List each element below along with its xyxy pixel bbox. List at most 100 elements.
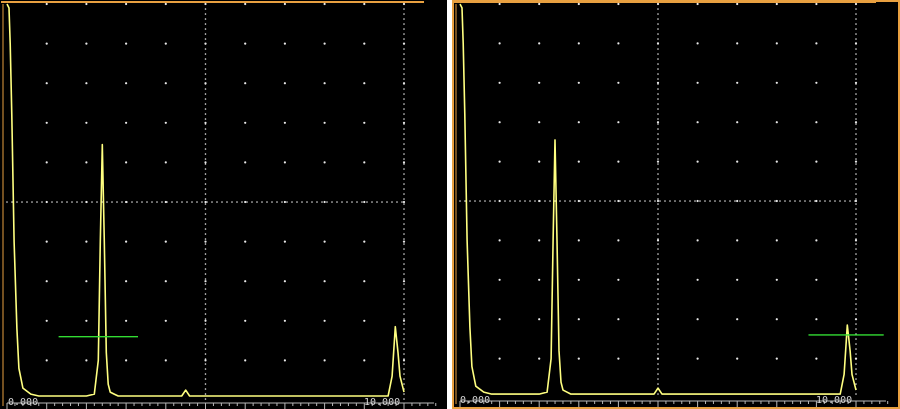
- center-horizontal-dot: [754, 200, 756, 202]
- center-horizontal-dot: [774, 200, 776, 202]
- grid-dot: [538, 357, 541, 360]
- center-horizontal-dot: [251, 201, 253, 203]
- center-horizontal-dot: [46, 201, 48, 203]
- right-edge-dot: [855, 358, 857, 360]
- grid-dot: [283, 359, 286, 362]
- right-edge-dot: [403, 158, 405, 160]
- center-horizontal-dot: [689, 200, 691, 202]
- center-horizontal-dot: [574, 200, 576, 202]
- right-edge-dot: [855, 368, 857, 370]
- grid-dots: [6, 2, 406, 400]
- center-horizontal-dot: [351, 201, 353, 203]
- grid-dot: [538, 318, 541, 321]
- center-vertical-dot: [204, 278, 207, 280]
- grid-dot: [577, 239, 580, 242]
- grid-dot: [323, 161, 326, 164]
- grid-dot: [538, 121, 541, 124]
- grid-dot: [538, 81, 541, 84]
- center-horizontal-dot: [121, 201, 123, 203]
- right-edge-dot: [403, 118, 405, 120]
- right-edge-dot: [403, 363, 405, 365]
- right-edge-dot: [855, 88, 857, 90]
- grid-dot: [815, 81, 818, 84]
- center-vertical-dot: [657, 298, 659, 300]
- center-horizontal-dot: [639, 200, 641, 202]
- grid-dot: [577, 278, 580, 281]
- center-vertical-dot: [204, 33, 207, 35]
- center-horizontal-dot: [539, 200, 541, 202]
- center-horizontal-dot: [529, 200, 531, 202]
- center-horizontal-dot: [131, 201, 133, 203]
- right-edge-dot: [403, 103, 405, 105]
- grid-dot: [696, 81, 699, 84]
- center-horizontal-dot: [31, 201, 33, 203]
- right-edge-dot: [403, 223, 405, 225]
- center-horizontal-dot: [21, 201, 23, 203]
- center-horizontal-dot: [221, 201, 223, 203]
- grid-dot: [854, 121, 858, 124]
- center-vertical-dot: [657, 8, 659, 10]
- center-horizontal-dot: [474, 200, 476, 202]
- center-vertical-dot: [204, 58, 207, 60]
- right-edge-dot: [403, 213, 405, 215]
- center-horizontal-dot: [584, 200, 586, 202]
- center-vertical-dot: [657, 323, 659, 325]
- right-edge-dot: [403, 278, 405, 280]
- center-horizontal-dot: [739, 200, 741, 202]
- right-edge-dot: [403, 63, 405, 65]
- grid-dot: [696, 318, 699, 321]
- right-edge-dot: [855, 353, 857, 355]
- grid-dot: [85, 121, 88, 124]
- grid-dot: [656, 199, 660, 203]
- grid-dot: [125, 82, 128, 85]
- center-horizontal-dot: [844, 200, 846, 202]
- center-horizontal-dot: [66, 201, 68, 203]
- center-vertical-dot: [657, 43, 659, 45]
- center-vertical-dot: [657, 168, 659, 170]
- center-horizontal-dot: [376, 201, 378, 203]
- grid-dot: [696, 239, 699, 242]
- grid-dot: [244, 200, 247, 204]
- right-edge-dot: [403, 268, 405, 270]
- center-horizontal-dot: [549, 200, 551, 202]
- center-horizontal-dot: [401, 201, 403, 203]
- grid-dot: [617, 357, 620, 360]
- center-horizontal-dot: [619, 200, 621, 202]
- grid-dot: [85, 2, 88, 6]
- center-horizontal-dot: [684, 200, 686, 202]
- center-vertical-dot: [657, 3, 659, 5]
- center-horizontal-dot: [186, 201, 188, 203]
- center-vertical-dot: [204, 333, 207, 335]
- center-horizontal-dot: [146, 201, 148, 203]
- center-vertical-dot: [657, 28, 659, 30]
- grid-dot: [498, 239, 501, 242]
- grid-dot: [815, 160, 818, 163]
- grid-dot: [402, 319, 406, 322]
- grid-dot: [736, 42, 739, 45]
- center-horizontal-dot: [291, 201, 293, 203]
- center-vertical-dot: [657, 283, 659, 285]
- grid-dot: [696, 199, 699, 203]
- grid-dot: [363, 42, 366, 45]
- right-edge-dot: [855, 323, 857, 325]
- center-horizontal-dot: [91, 201, 93, 203]
- right-edge-dot: [403, 8, 405, 10]
- grid-dot: [577, 357, 580, 360]
- center-horizontal-dot: [106, 201, 108, 203]
- center-horizontal-dot: [829, 200, 831, 202]
- grid-dot: [815, 239, 818, 242]
- center-horizontal-dot: [654, 200, 656, 202]
- grid-dots: [459, 2, 858, 395]
- center-horizontal-dot: [16, 201, 18, 203]
- grid-dot: [164, 121, 167, 124]
- center-horizontal-dot: [111, 201, 113, 203]
- center-vertical-dot: [204, 83, 207, 85]
- grid-dot: [498, 2, 501, 6]
- center-vertical-dot: [204, 323, 207, 325]
- center-horizontal-dot: [834, 200, 836, 202]
- grid-dot: [323, 82, 326, 85]
- right-edge-dot: [855, 28, 857, 30]
- center-vertical-dot: [657, 188, 659, 190]
- center-horizontal-dot: [271, 201, 273, 203]
- right-edge-dot: [403, 93, 405, 95]
